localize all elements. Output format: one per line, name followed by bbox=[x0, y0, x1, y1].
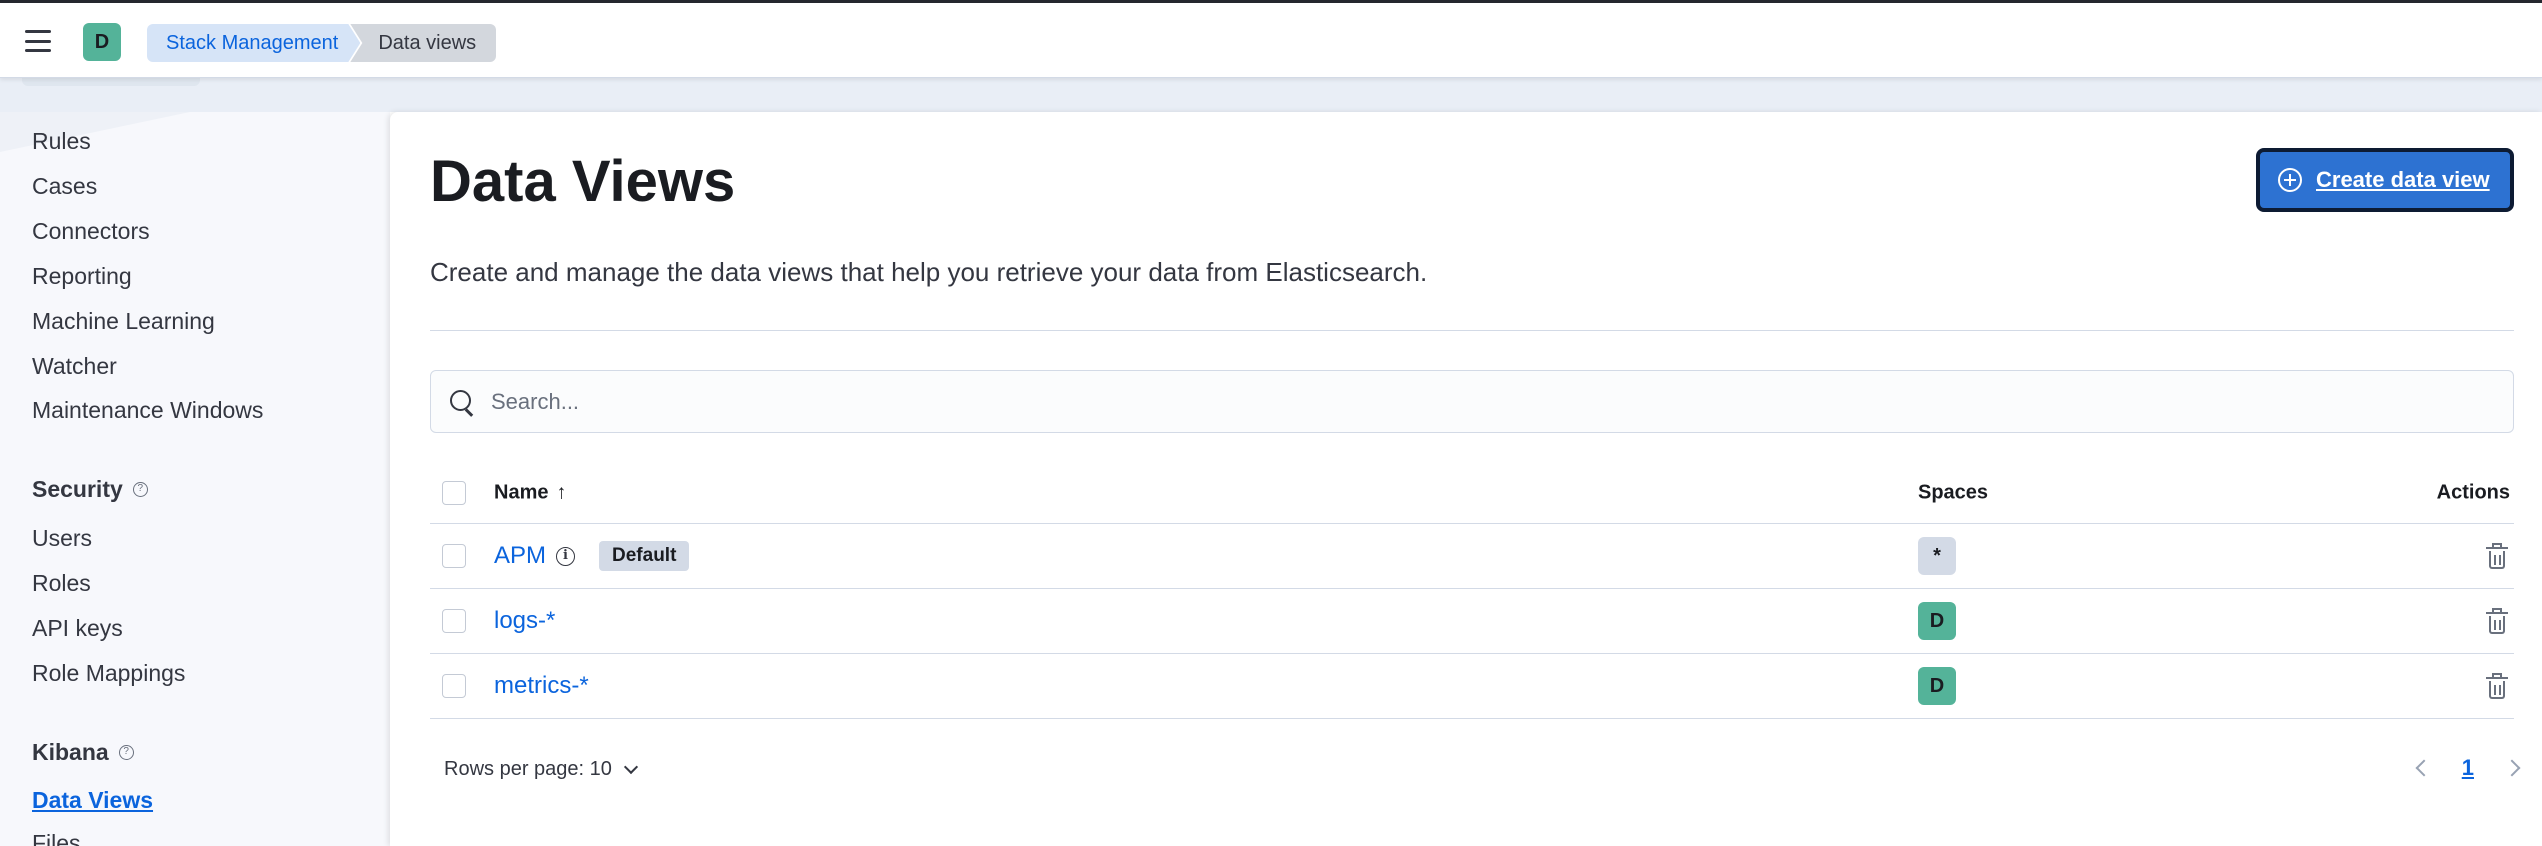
column-header-name[interactable]: Name ↑ bbox=[494, 481, 566, 504]
sidebar-item-rules[interactable]: Rules bbox=[32, 128, 91, 155]
info-icon[interactable]: i bbox=[556, 546, 576, 566]
row-checkbox[interactable] bbox=[442, 609, 466, 633]
sidebar-item-api-keys[interactable]: API keys bbox=[32, 615, 123, 642]
space-avatar[interactable]: * bbox=[1918, 537, 1956, 575]
space-avatar[interactable]: D bbox=[83, 23, 121, 61]
chevron-left-icon[interactable] bbox=[2415, 759, 2433, 777]
chevron-right-icon[interactable] bbox=[2503, 759, 2521, 777]
sidebar-item-reporting[interactable]: Reporting bbox=[32, 263, 132, 290]
sidebar-heading-security: Security ? bbox=[32, 476, 148, 503]
create-data-view-label: Create data view bbox=[2316, 167, 2490, 192]
row-name-cell: metrics-* bbox=[494, 672, 589, 700]
search-icon bbox=[449, 389, 475, 415]
row-actions-cell bbox=[2484, 542, 2510, 570]
page-title: Data Views bbox=[430, 149, 736, 214]
sidebar-item-maintenance-windows[interactable]: Maintenance Windows bbox=[32, 397, 263, 424]
header-band bbox=[0, 78, 2542, 112]
sidebar: Rules Cases Connectors Reporting Machine… bbox=[0, 112, 390, 846]
table-header-row: Name ↑ Spaces Actions bbox=[430, 462, 2514, 524]
select-all-checkbox[interactable] bbox=[442, 480, 466, 505]
column-header-spaces: Spaces bbox=[1918, 481, 1989, 503]
sidebar-item-watcher[interactable]: Watcher bbox=[32, 353, 117, 380]
sidebar-item-data-views[interactable]: Data Views bbox=[32, 787, 153, 814]
row-spaces-cell: * bbox=[1918, 537, 1956, 575]
sidebar-heading-kibana: Kibana ? bbox=[32, 739, 134, 766]
top-header: D Stack Management Data views bbox=[0, 0, 2542, 78]
sidebar-item-machine-learning[interactable]: Machine Learning bbox=[32, 308, 215, 335]
menu-icon[interactable] bbox=[22, 27, 54, 55]
row-name-cell: logs-* bbox=[494, 607, 555, 635]
sidebar-item-connectors[interactable]: Connectors bbox=[32, 218, 150, 245]
rows-per-page-label: Rows per page: 10 bbox=[444, 758, 612, 780]
row-checkbox[interactable] bbox=[442, 544, 466, 568]
trash-icon[interactable] bbox=[2484, 672, 2510, 700]
data-views-table: Name ↑ Spaces Actions APM i Default * lo… bbox=[430, 462, 2514, 719]
column-header-actions: Actions bbox=[2436, 481, 2510, 503]
table-row: metrics-* D bbox=[430, 654, 2514, 719]
chevron-down-icon bbox=[623, 759, 638, 774]
sidebar-item-users[interactable]: Users bbox=[32, 525, 92, 552]
row-spaces-cell: D bbox=[1918, 667, 1956, 705]
pagination: 1 bbox=[2415, 755, 2521, 781]
default-badge: Default bbox=[599, 541, 690, 571]
sort-ascending-icon: ↑ bbox=[556, 481, 567, 503]
page-description: Create and manage the data views that he… bbox=[430, 257, 1428, 287]
breadcrumb-data-views: Data views bbox=[350, 24, 497, 62]
trash-icon[interactable] bbox=[2484, 607, 2510, 635]
trash-icon[interactable] bbox=[2484, 542, 2510, 570]
table-row: logs-* D bbox=[430, 589, 2514, 654]
space-avatar[interactable]: D bbox=[1918, 667, 1956, 705]
page-number[interactable]: 1 bbox=[2462, 755, 2474, 781]
sidebar-heading-security-label: Security bbox=[32, 476, 123, 502]
data-view-link[interactable]: metrics-* bbox=[494, 672, 589, 700]
data-view-link[interactable]: APM bbox=[494, 542, 546, 570]
divider bbox=[430, 330, 2514, 331]
search-input[interactable] bbox=[491, 388, 2391, 415]
search-bar bbox=[430, 370, 2514, 433]
help-icon[interactable]: ? bbox=[118, 745, 134, 760]
row-name-cell: APM i Default bbox=[494, 541, 690, 571]
sidebar-item-cases[interactable]: Cases bbox=[32, 173, 97, 200]
sidebar-item-role-mappings[interactable]: Role Mappings bbox=[32, 660, 185, 687]
row-spaces-cell: D bbox=[1918, 602, 1956, 640]
breadcrumb: Stack Management Data views bbox=[147, 24, 497, 62]
data-view-link[interactable]: logs-* bbox=[494, 607, 555, 635]
create-data-view-button[interactable]: Create data view bbox=[2256, 148, 2514, 212]
rows-per-page-selector[interactable]: Rows per page: 10 bbox=[444, 758, 638, 781]
breadcrumb-stack-management[interactable]: Stack Management bbox=[147, 24, 360, 62]
sidebar-heading-kibana-label: Kibana bbox=[32, 739, 109, 765]
help-icon[interactable]: ? bbox=[132, 482, 148, 497]
column-header-name-label: Name bbox=[494, 481, 549, 503]
band-pill bbox=[22, 78, 200, 86]
row-actions-cell bbox=[2484, 607, 2510, 635]
row-checkbox[interactable] bbox=[442, 674, 466, 698]
space-avatar[interactable]: D bbox=[1918, 602, 1956, 640]
table-row: APM i Default * bbox=[430, 524, 2514, 589]
main-panel: Data Views Create data view Create and m… bbox=[390, 112, 2542, 846]
row-actions-cell bbox=[2484, 672, 2510, 700]
sidebar-item-files[interactable]: Files bbox=[32, 830, 81, 846]
sidebar-wedge bbox=[0, 112, 190, 152]
sidebar-item-roles[interactable]: Roles bbox=[32, 570, 91, 597]
plus-circle-icon bbox=[2278, 168, 2302, 192]
